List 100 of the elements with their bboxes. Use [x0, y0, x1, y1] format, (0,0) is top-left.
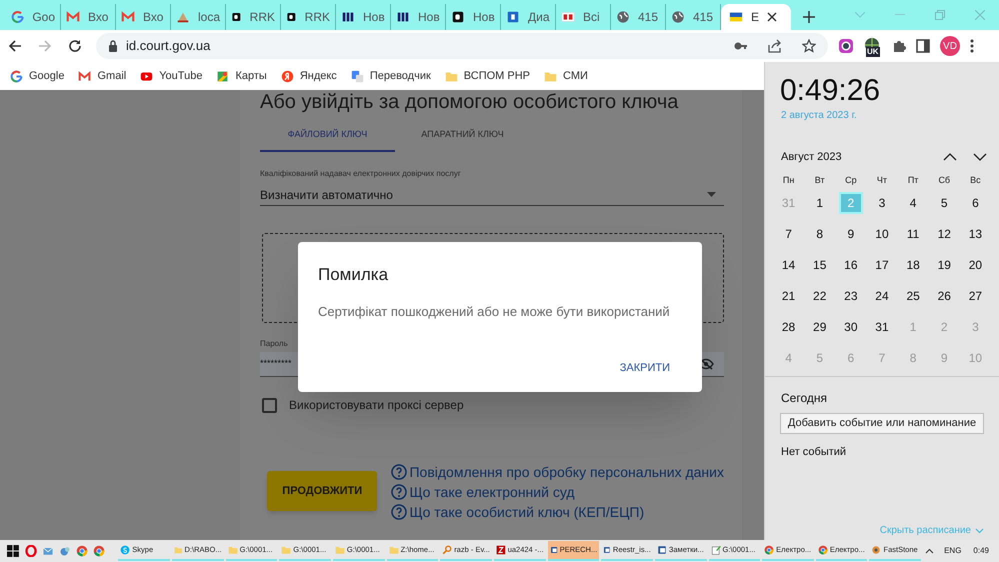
bookmark[interactable]: Google: [10, 68, 64, 84]
checkbox[interactable]: [262, 398, 277, 412]
app-icon: [59, 545, 72, 557]
bookmark[interactable]: YouTube: [140, 68, 202, 84]
calendar-day[interactable]: 12: [932, 223, 956, 245]
document-icon: [603, 545, 611, 555]
calendar-day[interactable]: 15: [808, 254, 832, 276]
calendar-day[interactable]: 23: [838, 285, 863, 307]
bookmark[interactable]: Яндекс: [280, 68, 337, 84]
g-logo-icon: [10, 70, 23, 82]
weekday-label: Чт: [876, 174, 888, 187]
chevron-down-icon: [975, 528, 984, 534]
calendar-day[interactable]: 25: [901, 285, 926, 307]
bookmark[interactable]: Переводчик: [350, 68, 431, 84]
profile-avatar[interactable]: VD: [940, 36, 960, 56]
calendar-day[interactable]: 1: [808, 192, 832, 214]
calendar-day[interactable]: 22: [808, 285, 832, 307]
chevron-up-icon[interactable]: [925, 548, 934, 554]
calendar-day[interactable]: 18: [901, 254, 926, 276]
star-icon[interactable]: [802, 39, 816, 53]
site-logo-icon: [451, 10, 465, 24]
calendar-day[interactable]: 20: [963, 254, 988, 276]
document-icon: [550, 545, 558, 555]
yandex-logo-icon: [280, 70, 294, 82]
weekday-label: Сб: [937, 174, 952, 187]
address-bar[interactable]: id.court.gov.ua: [96, 33, 828, 59]
close-button[interactable]: ЗАКРИТИ: [608, 355, 682, 381]
bookmark[interactable]: СМИ: [544, 68, 588, 84]
bookmark[interactable]: ВСПОМ РНР: [444, 68, 530, 84]
chrome-icon: [818, 545, 828, 555]
puzzle-icon[interactable]: [892, 39, 906, 53]
dialog-title: Помилка: [318, 264, 390, 286]
windows-start-icon[interactable]: [7, 545, 19, 557]
calendar-day[interactable]: 14: [776, 254, 801, 276]
folder-icon: [174, 545, 183, 555]
calendar-day[interactable]: 28: [776, 316, 801, 338]
taskbar-clock[interactable]: 0:49: [973, 545, 989, 557]
language-indicator[interactable]: ENG: [944, 545, 962, 557]
map-icon: [216, 70, 230, 82]
calendar-day[interactable]: 27: [963, 285, 988, 307]
no-events-text: Нет событий: [781, 444, 848, 460]
calendar-day[interactable]: 5: [932, 192, 956, 214]
calendar-day[interactable]: 13: [963, 223, 988, 245]
notepad-icon: [710, 545, 721, 555]
translate-extension[interactable]: UK: [864, 37, 882, 55]
opera-icon: [25, 545, 38, 557]
chrome-icon: [92, 545, 105, 557]
add-event-button[interactable]: Добавить событие или напоминание: [780, 412, 984, 434]
site-logo-icon: [506, 10, 520, 24]
calendar-day[interactable]: 7: [776, 223, 801, 245]
weekday-label: Вс: [969, 174, 982, 187]
folder-icon: [444, 70, 458, 82]
faststone-icon: [871, 545, 882, 555]
mail-icon: [78, 70, 92, 82]
calendar-day[interactable]: 24: [870, 285, 894, 307]
camera-extension-icon[interactable]: [838, 38, 854, 54]
help-icon: [391, 504, 408, 520]
weekday-label: Пн: [782, 174, 796, 187]
calendar-day[interactable]: 30: [838, 316, 863, 338]
bookmark[interactable]: Gmail: [78, 68, 126, 84]
dialog-message: Сертифікат пошкоджений або не може бути використаний: [318, 302, 671, 321]
side-panel-icon[interactable]: [916, 39, 930, 53]
continue-button[interactable]: ПРОДОВЖИТИ: [267, 471, 378, 511]
provider-select[interactable]: Визначити автоматично: [260, 184, 724, 206]
reload-icon[interactable]: [68, 39, 82, 53]
chevron-down-icon[interactable]: [973, 153, 987, 162]
key-icon[interactable]: [734, 41, 748, 51]
site-logo-icon: [231, 10, 242, 24]
site-logo-icon: [176, 10, 190, 24]
calendar-day[interactable]: 10: [870, 223, 894, 245]
key-tab[interactable]: АПАРАТНИЙ КЛЮЧ: [395, 119, 530, 152]
browser-tab[interactable]: Е: [721, 4, 791, 30]
mail-icon: [121, 10, 135, 24]
page-heading: Або увійдіть за допомогою особистого ключа: [260, 90, 680, 114]
calendar-day[interactable]: 3: [870, 192, 894, 214]
skype-icon: [120, 545, 130, 555]
share-icon[interactable]: [768, 39, 782, 53]
calendar-day[interactable]: 16: [838, 254, 863, 276]
close-icon[interactable]: [767, 12, 778, 22]
site-logo-icon: [341, 10, 355, 24]
calendar-day[interactable]: 26: [932, 285, 956, 307]
caret-icon: [707, 192, 716, 197]
calendar-day[interactable]: 9: [838, 223, 863, 245]
calendar-day[interactable]: 6: [963, 192, 988, 214]
calendar-day[interactable]: 11: [901, 223, 926, 245]
calendar-day[interactable]: 21: [776, 285, 801, 307]
calendar-day[interactable]: 29: [808, 316, 832, 338]
chevron-up-icon[interactable]: [943, 153, 957, 162]
help-icon: [391, 464, 408, 480]
back-icon[interactable]: [8, 39, 22, 53]
new-tab-icon[interactable]: [803, 11, 815, 23]
chrome-icon: [764, 545, 774, 555]
menu-icon[interactable]: [970, 39, 974, 53]
calendar-day[interactable]: 17: [870, 254, 894, 276]
calendar-month[interactable]: Август 2023: [781, 149, 943, 166]
bookmark[interactable]: Карты: [216, 68, 267, 84]
calendar-day[interactable]: 8: [808, 223, 832, 245]
calendar-day[interactable]: 4: [901, 192, 926, 214]
calendar-day[interactable]: 19: [932, 254, 956, 276]
calendar-day[interactable]: 31: [870, 316, 894, 338]
